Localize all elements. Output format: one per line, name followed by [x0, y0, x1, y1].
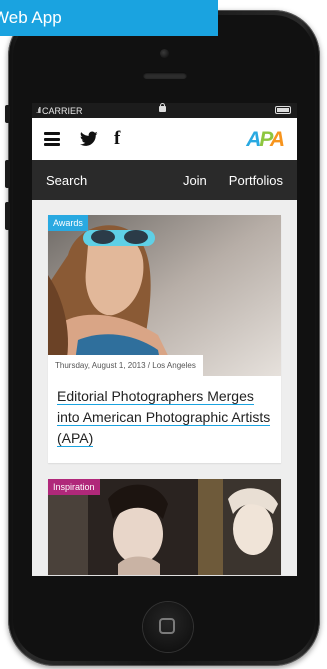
- article-photo[interactable]: Inspiration: [48, 479, 281, 575]
- woman-sunglasses-photo: [48, 215, 281, 376]
- volume-down-button: [5, 202, 10, 230]
- article-feed: Awards Thursday, August 1, 2013 / Los An…: [32, 200, 297, 575]
- apa-logo[interactable]: APA: [246, 128, 285, 152]
- phone-screen: .ıll CARRIER f APA Search Join Portfolio…: [32, 103, 297, 576]
- banner-label: Web App: [0, 8, 62, 27]
- signal-bars-icon: .ıll: [36, 106, 41, 115]
- nav-join-link[interactable]: Join: [183, 173, 207, 188]
- article-date-location: Thursday, August 1, 2013 / Los Angeles: [48, 355, 203, 376]
- apa-logo-text: APA: [246, 128, 285, 151]
- battery-icon: [275, 106, 291, 114]
- lock-icon: [159, 103, 166, 112]
- app-header: f APA: [32, 118, 297, 160]
- article-title-link[interactable]: Editorial Photographers Merges into Amer…: [57, 388, 271, 447]
- web-app-banner: Web App: [0, 0, 218, 36]
- front-camera: [160, 49, 169, 58]
- home-square-icon: [159, 618, 175, 634]
- nav-search-link[interactable]: Search: [46, 173, 183, 188]
- main-nav: Search Join Portfolios: [32, 160, 297, 200]
- status-bar: .ıll CARRIER: [32, 103, 297, 118]
- category-tag[interactable]: Awards: [48, 215, 88, 231]
- article-card[interactable]: Awards Thursday, August 1, 2013 / Los An…: [48, 215, 281, 463]
- menu-icon[interactable]: [44, 132, 60, 146]
- nav-portfolios-link[interactable]: Portfolios: [229, 173, 283, 188]
- earpiece-speaker: [143, 72, 187, 79]
- category-tag[interactable]: Inspiration: [48, 479, 100, 495]
- article-card[interactable]: Inspiration: [48, 479, 281, 575]
- article-title-block[interactable]: Editorial Photographers Merges into Amer…: [48, 376, 281, 463]
- carrier-indicator: .ıll CARRIER: [36, 106, 83, 116]
- volume-up-button: [5, 160, 10, 188]
- home-button[interactable]: [143, 602, 193, 652]
- carrier-label: CARRIER: [42, 105, 83, 116]
- twitter-icon[interactable]: [80, 131, 98, 147]
- mute-switch: [5, 105, 10, 123]
- facebook-icon[interactable]: f: [114, 128, 120, 150]
- article-photo[interactable]: Awards Thursday, August 1, 2013 / Los An…: [48, 215, 281, 376]
